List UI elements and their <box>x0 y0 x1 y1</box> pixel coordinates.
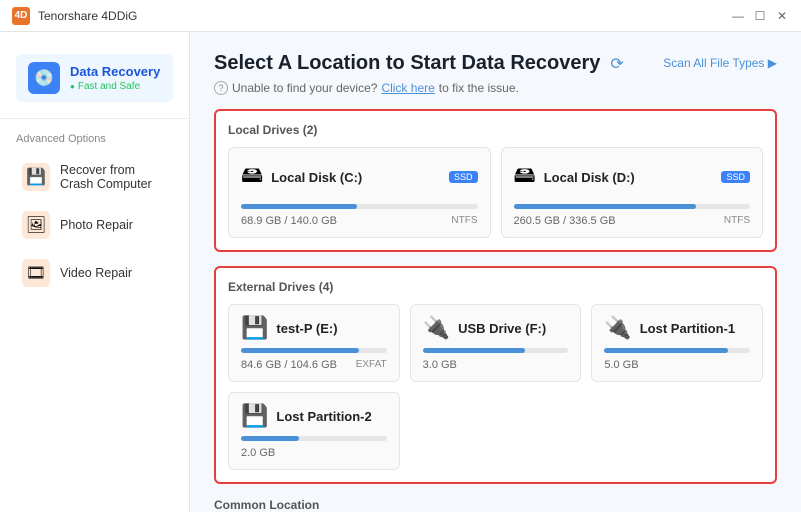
drive-size: 260.5 GB / 336.5 GB <box>514 215 616 227</box>
drive-info: Lost Partition-2 <box>276 409 386 424</box>
drive-info: Lost Partition-1 <box>640 321 750 336</box>
drive-bar <box>604 348 728 353</box>
drive-card-top: 💾 Lost Partition-2 <box>241 403 387 429</box>
drive-card-top: 💾 test-P (E:) <box>241 315 387 341</box>
click-here-link[interactable]: Click here <box>381 81 434 95</box>
drive-bar <box>423 348 525 353</box>
photo-repair-icon: 🖼 <box>22 211 50 239</box>
drive-size: 84.6 GB / 104.6 GB <box>241 359 337 371</box>
drive-name: Local Disk (C:) <box>271 170 362 185</box>
drive-card-top: 🔌 USB Drive (F:) <box>423 315 569 341</box>
local-drives-grid: 🖴 Local Disk (C:) SSD 68.9 GB / 140.0 GB… <box>228 147 763 238</box>
drive-card-top: 🖴 Local Disk (D:) SSD <box>514 158 751 196</box>
drive-fs: NTFS <box>451 215 477 227</box>
external-drives-section: External Drives (4) 💾 test-P (E:) 84.6 G… <box>214 266 777 484</box>
scan-all-button[interactable]: Scan All File Types ▶ <box>663 56 777 70</box>
drive-bar <box>514 204 696 209</box>
sidebar-badge: Fast and Safe <box>70 81 160 92</box>
local-drives-title: Local Drives (2) <box>228 123 763 137</box>
app-title: Tenorshare 4DDiG <box>38 9 137 23</box>
drive-bar <box>241 348 359 353</box>
external-drive-card[interactable]: 🔌 Lost Partition-1 5.0 GB <box>591 304 763 382</box>
drive-bar-wrap <box>241 204 478 209</box>
drive-info: USB Drive (F:) <box>458 321 568 336</box>
app-logo: 4D <box>12 7 30 25</box>
drive-bar-wrap <box>241 348 387 353</box>
sidebar-item-data-recovery[interactable]: 💿 Data Recovery Fast and Safe <box>16 54 173 102</box>
question-icon: ? <box>214 81 228 95</box>
drive-bar <box>241 204 357 209</box>
minimize-button[interactable]: — <box>731 9 745 23</box>
drive-badge: SSD <box>721 171 750 183</box>
titlebar-left: 4D Tenorshare 4DDiG <box>12 7 137 25</box>
sidebar-item-photo[interactable]: 🖼 Photo Repair <box>6 201 183 249</box>
usb-icon: 🔌 <box>423 315 450 341</box>
subtitle-unable: Unable to find your device? <box>232 81 377 95</box>
local-drive-card[interactable]: 🖴 Local Disk (C:) SSD 68.9 GB / 140.0 GB… <box>228 147 491 238</box>
external-drive-card[interactable]: 💾 test-P (E:) 84.6 GB / 104.6 GB EXFAT <box>228 304 400 382</box>
sidebar-main-info: Data Recovery Fast and Safe <box>70 64 160 92</box>
drive-icon: 🖴 <box>514 158 536 196</box>
drive-card-top: 🔌 Lost Partition-1 <box>604 315 750 341</box>
titlebar: 4D Tenorshare 4DDiG — ☐ ✕ <box>0 0 801 32</box>
window-controls[interactable]: — ☐ ✕ <box>731 9 789 23</box>
sidebar: 💿 Data Recovery Fast and Safe Advanced O… <box>0 32 190 512</box>
data-recovery-icon: 💿 <box>28 62 60 94</box>
external-drives-title: External Drives (4) <box>228 280 763 294</box>
drive-name: Local Disk (D:) <box>544 170 635 185</box>
sidebar-item-crash-label: Recover from Crash Computer <box>60 163 167 191</box>
sidebar-item-photo-label: Photo Repair <box>60 218 133 232</box>
drive-name: test-P (E:) <box>276 321 386 336</box>
usb-icon: 💾 <box>241 315 268 341</box>
drive-bar <box>241 436 299 441</box>
drive-name: USB Drive (F:) <box>458 321 568 336</box>
drive-badge: SSD <box>449 171 478 183</box>
usb-icon: 🔌 <box>604 315 631 341</box>
page-header: Select A Location to Start Data Recovery… <box>214 52 624 75</box>
drive-name: Lost Partition-2 <box>276 409 386 424</box>
sidebar-item-crash[interactable]: 💾 Recover from Crash Computer <box>6 153 183 201</box>
sidebar-item-video-label: Video Repair <box>60 266 132 280</box>
sidebar-section-label: Advanced Options <box>0 129 189 153</box>
refresh-icon[interactable]: ⟳ <box>610 54 623 74</box>
subtitle-row: ? Unable to find your device? Click here… <box>214 81 777 95</box>
close-button[interactable]: ✕ <box>775 9 789 23</box>
drive-fs: NTFS <box>724 215 750 227</box>
external-drive-card[interactable]: 💾 Lost Partition-2 2.0 GB <box>228 392 400 470</box>
drive-size: 68.9 GB / 140.0 GB <box>241 215 337 227</box>
app-body: 💿 Data Recovery Fast and Safe Advanced O… <box>0 32 801 512</box>
drive-info: Local Disk (D:) SSD <box>544 170 750 185</box>
drive-bar-wrap <box>241 436 387 441</box>
subtitle-text: ? Unable to find your device? Click here… <box>214 81 519 95</box>
crash-icon: 💾 <box>22 163 50 191</box>
sidebar-item-video[interactable]: 🎞 Video Repair <box>6 249 183 297</box>
drive-info: test-P (E:) <box>276 321 386 336</box>
drive-bar-wrap <box>423 348 569 353</box>
common-location-section: Common Location 🖥 Desktop 🗑 Recycle Bin … <box>214 498 777 512</box>
sidebar-top: 💿 Data Recovery Fast and Safe <box>0 42 189 119</box>
video-repair-icon: 🎞 <box>22 259 50 287</box>
drive-info: Local Disk (C:) SSD <box>271 170 477 185</box>
drive-name: Lost Partition-1 <box>640 321 750 336</box>
drive-bar-wrap <box>604 348 750 353</box>
external-drives-grid: 💾 test-P (E:) 84.6 GB / 104.6 GB EXFAT 🔌… <box>228 304 763 470</box>
drive-icon: 🖴 <box>241 158 263 196</box>
main-content: Select A Location to Start Data Recovery… <box>190 32 801 512</box>
local-drives-section: Local Drives (2) 🖴 Local Disk (C:) SSD 6… <box>214 109 777 252</box>
page-title: Select A Location to Start Data Recovery <box>214 52 600 75</box>
drive-card-top: 🖴 Local Disk (C:) SSD <box>241 158 478 196</box>
local-drive-card[interactable]: 🖴 Local Disk (D:) SSD 260.5 GB / 336.5 G… <box>501 147 764 238</box>
maximize-button[interactable]: ☐ <box>753 9 767 23</box>
sidebar-main-label: Data Recovery <box>70 64 160 79</box>
usb-icon: 💾 <box>241 403 268 429</box>
drive-fs: EXFAT <box>356 359 387 371</box>
external-drive-card[interactable]: 🔌 USB Drive (F:) 3.0 GB <box>410 304 582 382</box>
common-location-title: Common Location <box>214 498 777 512</box>
drive-size: 3.0 GB <box>423 359 457 371</box>
drive-size: 2.0 GB <box>241 447 275 459</box>
drive-bar-wrap <box>514 204 751 209</box>
drive-size: 5.0 GB <box>604 359 638 371</box>
subtitle-suffix: to fix the issue. <box>439 81 519 95</box>
